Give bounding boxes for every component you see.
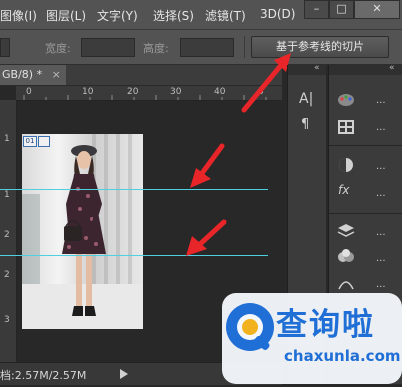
styles-fx-icon[interactable]: fx bbox=[338, 183, 349, 197]
vertical-ruler: 1 1 2 2 3 bbox=[0, 100, 17, 362]
layers-icon[interactable] bbox=[337, 223, 355, 239]
watermark-url: chaxunla.com bbox=[284, 347, 401, 365]
options-bar: 宽度: 高度: 基于参考线的切片 bbox=[0, 30, 402, 65]
swatches-grid-icon[interactable] bbox=[338, 120, 354, 134]
close-button[interactable]: ✕ bbox=[354, 0, 400, 19]
panel-more[interactable]: ... bbox=[376, 122, 386, 133]
panel-more[interactable]: ... bbox=[376, 188, 386, 199]
horizontal-guide[interactable] bbox=[0, 189, 268, 190]
height-field[interactable] bbox=[180, 38, 234, 57]
slices-from-guides-button[interactable]: 基于参考线的切片 bbox=[251, 36, 389, 58]
height-label: 高度: bbox=[143, 42, 169, 55]
menu-3d[interactable]: 3D(D) bbox=[260, 7, 295, 21]
slice-number-label: 01 bbox=[23, 136, 37, 147]
collapse-icon[interactable]: « bbox=[314, 63, 320, 73]
panel-more[interactable]: ... bbox=[376, 161, 386, 172]
ruler-tick: 2 bbox=[4, 270, 10, 280]
menu-bar: 图像(I) 图层(L) 文字(Y) 选择(S) 滤镜(T) 3D(D) – □ … bbox=[0, 0, 402, 30]
panel-more[interactable]: ... bbox=[376, 227, 386, 238]
menu-filter[interactable]: 滤镜(T) bbox=[205, 7, 246, 24]
document-image[interactable]: 01 bbox=[22, 134, 143, 329]
panel-header[interactable]: « bbox=[288, 63, 326, 75]
paragraph-panel-icon[interactable]: ¶ bbox=[301, 117, 309, 132]
panel-more[interactable]: ... bbox=[376, 95, 386, 106]
menu-layer[interactable]: 图层(L) bbox=[46, 7, 86, 24]
document-size-readout: 档:2.57M/2.57M bbox=[0, 369, 87, 382]
close-tab-icon[interactable]: × bbox=[52, 68, 61, 81]
color-swatches-icon[interactable] bbox=[337, 93, 355, 107]
maximize-button[interactable]: □ bbox=[329, 0, 354, 19]
ruler-tick: 3 bbox=[4, 315, 10, 325]
divider bbox=[329, 213, 402, 214]
watermark-brand: 查询啦 bbox=[276, 307, 375, 343]
style-dropdown[interactable] bbox=[0, 38, 10, 57]
minimize-button[interactable]: – bbox=[304, 0, 329, 19]
status-menu-arrow-icon[interactable] bbox=[120, 369, 128, 379]
width-field[interactable] bbox=[81, 38, 135, 57]
menu-type[interactable]: 文字(Y) bbox=[97, 7, 138, 24]
panel-header[interactable]: « bbox=[329, 63, 402, 75]
horizontal-guide[interactable] bbox=[0, 255, 268, 256]
channels-icon[interactable] bbox=[337, 249, 355, 265]
menu-image[interactable]: 图像(I) bbox=[0, 7, 37, 24]
divider bbox=[329, 145, 402, 146]
panel-more[interactable]: ... bbox=[376, 253, 386, 264]
width-label: 宽度: bbox=[45, 42, 71, 55]
divider bbox=[244, 36, 245, 58]
ruler-tick: 1 bbox=[4, 134, 10, 144]
ruler-tick: 1 bbox=[4, 190, 10, 200]
horizontal-ruler: 0 10 20 30 40 5 bbox=[16, 86, 282, 101]
watermark-logo: 查询啦 chaxunla.com bbox=[214, 287, 402, 384]
slice-image-icon bbox=[38, 136, 50, 147]
ruler-tick: 2 bbox=[4, 230, 10, 240]
collapse-icon[interactable]: « bbox=[389, 63, 395, 73]
document-tab-bar: GB/8) * × bbox=[0, 65, 282, 86]
menu-select[interactable]: 选择(S) bbox=[153, 7, 194, 24]
character-panel-icon[interactable]: A| bbox=[299, 91, 313, 107]
adjustments-icon[interactable] bbox=[338, 157, 354, 173]
document-tab-label: GB/8) * bbox=[2, 68, 43, 81]
document-tab[interactable]: GB/8) * × bbox=[0, 65, 66, 85]
